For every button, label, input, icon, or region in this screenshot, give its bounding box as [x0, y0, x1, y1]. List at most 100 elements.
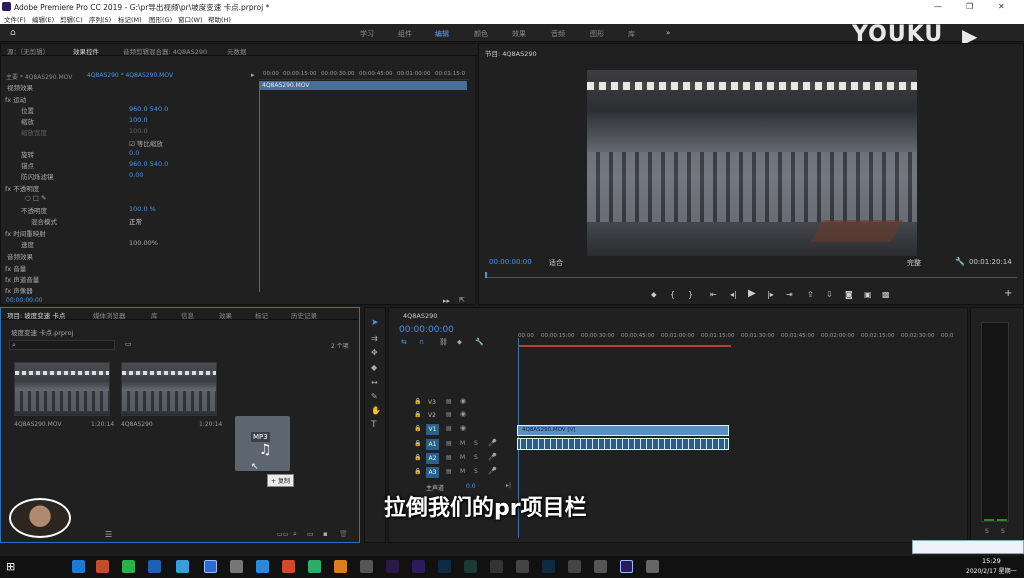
sequence-tab[interactable]: 4Q8AS290	[403, 312, 437, 320]
meter-solo-right[interactable]: S	[1001, 528, 1005, 535]
eye-icon[interactable]: ◉	[460, 424, 466, 432]
taskbar-app7-icon[interactable]	[334, 560, 347, 573]
tab-effect-controls[interactable]: 效果控件	[73, 46, 99, 56]
eye-icon[interactable]: ◉	[460, 410, 466, 418]
solo-icon[interactable]: S	[474, 454, 478, 461]
tab-source[interactable]: 源：（无剪辑）	[7, 46, 49, 56]
automate-icon[interactable]: ▭▭	[277, 531, 288, 538]
fx-row-rotation[interactable]: 旋转 0.0	[21, 149, 139, 159]
step-back-icon[interactable]: ◂|	[730, 290, 737, 299]
program-playhead[interactable]	[485, 272, 487, 278]
taskbar-app8-icon[interactable]	[360, 560, 373, 573]
menu-clip[interactable]: 剪辑(C)	[60, 14, 83, 24]
fx-row-blend-mode[interactable]: 混合模式 正常	[31, 216, 142, 226]
trash-icon[interactable]: 🗑	[339, 530, 348, 538]
mic-icon[interactable]: 🎤	[488, 439, 497, 447]
tab-history[interactable]: 历史记录	[291, 310, 317, 320]
effect-clip-bar[interactable]: 4Q8AS290.MOV	[259, 81, 467, 90]
track-a3[interactable]: 🔒 A3 ▤ M S 🎤	[414, 467, 514, 479]
fx-row-scale[interactable]: 缩放 100.0	[21, 116, 148, 126]
thumbnail-clip-1[interactable]	[14, 362, 110, 416]
overlay-icon[interactable]: ▩	[882, 290, 890, 299]
timeline-wrench-icon[interactable]: 🔧	[475, 338, 484, 346]
fx-row-panner[interactable]: fx 声像器	[5, 285, 33, 295]
taskbar-adobe-ps-icon[interactable]	[438, 560, 451, 573]
fit-dropdown[interactable]: 适合	[549, 258, 563, 268]
lock-icon[interactable]: 🔒	[414, 468, 421, 475]
fx-row-motion[interactable]: fx 运动	[5, 94, 26, 104]
fx-row-volume[interactable]: fx 音量	[5, 263, 26, 273]
mic-icon[interactable]: 🎤	[488, 453, 497, 461]
new-bin-bottom-icon[interactable]: ▭	[307, 530, 314, 538]
tab-effects[interactable]: 效果	[219, 310, 232, 320]
selection-tool-icon[interactable]: ➤	[371, 318, 379, 328]
play-icon[interactable]: ▶	[748, 288, 756, 299]
fx-row-position[interactable]: 位置 960.0 540.0	[21, 105, 168, 115]
ws-effects[interactable]: 效果	[512, 29, 526, 39]
ws-audio[interactable]: 音频	[551, 29, 565, 39]
menu-sequence[interactable]: 序列(S)	[89, 14, 111, 24]
new-bin-icon[interactable]: ▭	[125, 340, 132, 348]
menu-graphics[interactable]: 图形(G)	[149, 14, 172, 24]
ws-libraries[interactable]: 库	[628, 29, 635, 39]
ws-assembly[interactable]: 组件	[398, 29, 412, 39]
clip-selector[interactable]: 4Q8AS290 * 4Q8AS290.MOV	[87, 72, 173, 79]
fx-row-speed[interactable]: 速度 100.00%	[21, 239, 158, 249]
hand-icon[interactable]: ✋	[371, 406, 381, 415]
home-icon[interactable]: ⌂	[10, 28, 16, 38]
lock-icon[interactable]: 🔒	[414, 411, 421, 418]
taskbar-browser-icon[interactable]	[72, 560, 85, 573]
timeline-timecode[interactable]: 00:00:00:00	[399, 325, 454, 335]
program-timecode[interactable]: 00:00:00:00	[489, 258, 532, 266]
mute-icon[interactable]: M	[460, 440, 465, 447]
taskbar-app2-icon[interactable]	[148, 560, 161, 573]
ime-toolbar[interactable]	[912, 540, 1024, 554]
fx-row-anchor[interactable]: 锚点 960.0 540.0	[21, 160, 168, 170]
track-select-icon[interactable]: ⇉	[371, 334, 378, 343]
menu-window[interactable]: 窗口(W)	[178, 14, 203, 24]
mic-icon[interactable]: 🎤	[488, 467, 497, 475]
marker-icon[interactable]: ⬥	[457, 338, 462, 347]
taskbar-app9-icon[interactable]	[490, 560, 503, 573]
timeline-ruler[interactable]: 00:00 00:00:15:00 00:00:30:00 00:00:45:0…	[517, 332, 957, 344]
minimize-icon[interactable]: —	[934, 2, 942, 11]
taskbar-active-icon[interactable]	[204, 560, 217, 573]
ws-editing[interactable]: 编辑	[435, 29, 449, 39]
taskbar-app11-icon[interactable]	[568, 560, 581, 573]
meter-solo-left[interactable]: S	[985, 528, 989, 535]
close-icon[interactable]: ✕	[998, 2, 1005, 11]
tab-audio-mixer[interactable]: 音频剪辑混合器: 4Q8AS290	[123, 46, 207, 56]
mark-out-icon[interactable]: }	[688, 290, 693, 299]
effect-time-ruler[interactable]: 00:00 00:00:15:00 00:00:30:00 00:00:45:0…	[259, 70, 469, 80]
sync-lock-icon[interactable]: ▤	[446, 468, 452, 475]
audio-clip-a1[interactable]	[517, 438, 729, 450]
go-to-in-icon[interactable]: ⇤	[710, 290, 717, 299]
lock-icon[interactable]: 🔒	[414, 425, 421, 432]
go-to-out-icon[interactable]: ⇥	[786, 290, 793, 299]
taskbar-wechat-icon[interactable]	[122, 560, 135, 573]
ws-more[interactable]: »	[666, 29, 670, 37]
fx-row-opacity[interactable]: fx 不透明度	[5, 183, 39, 193]
comparison-icon[interactable]: ▣	[864, 290, 872, 299]
ws-learn[interactable]: 学习	[360, 29, 374, 39]
uniform-scale-checkbox[interactable]: ☑ 等比缩放	[129, 138, 163, 148]
effect-playhead[interactable]	[259, 82, 260, 292]
program-scrub-bar[interactable]	[485, 272, 1017, 278]
taskbar-app12-icon[interactable]	[594, 560, 607, 573]
dragged-mp3-file[interactable]: MP3 ♫	[235, 416, 290, 471]
quality-dropdown[interactable]: 完整	[907, 258, 921, 268]
razor-icon[interactable]: ◆	[371, 363, 377, 372]
menu-edit[interactable]: 编辑(E)	[32, 14, 54, 24]
snap-icon[interactable]: ∩	[419, 338, 424, 346]
menu-file[interactable]: 文件(F)	[4, 14, 26, 24]
tab-info[interactable]: 信息	[181, 310, 194, 320]
taskbar-adobe-ae-icon[interactable]	[386, 560, 399, 573]
linked-icon[interactable]: ⛓	[439, 338, 448, 346]
tab-markers[interactable]: 标记	[255, 310, 268, 320]
effect-timecode[interactable]: 00:00:00:00	[6, 297, 43, 304]
video-clip-v1[interactable]: 4Q8AS290.MOV [V]	[517, 425, 729, 436]
mute-icon[interactable]: M	[460, 454, 465, 461]
solo-icon[interactable]: S	[474, 468, 478, 475]
lock-icon[interactable]: 🔒	[414, 398, 421, 405]
add-marker-icon[interactable]: ⬥	[651, 290, 657, 300]
